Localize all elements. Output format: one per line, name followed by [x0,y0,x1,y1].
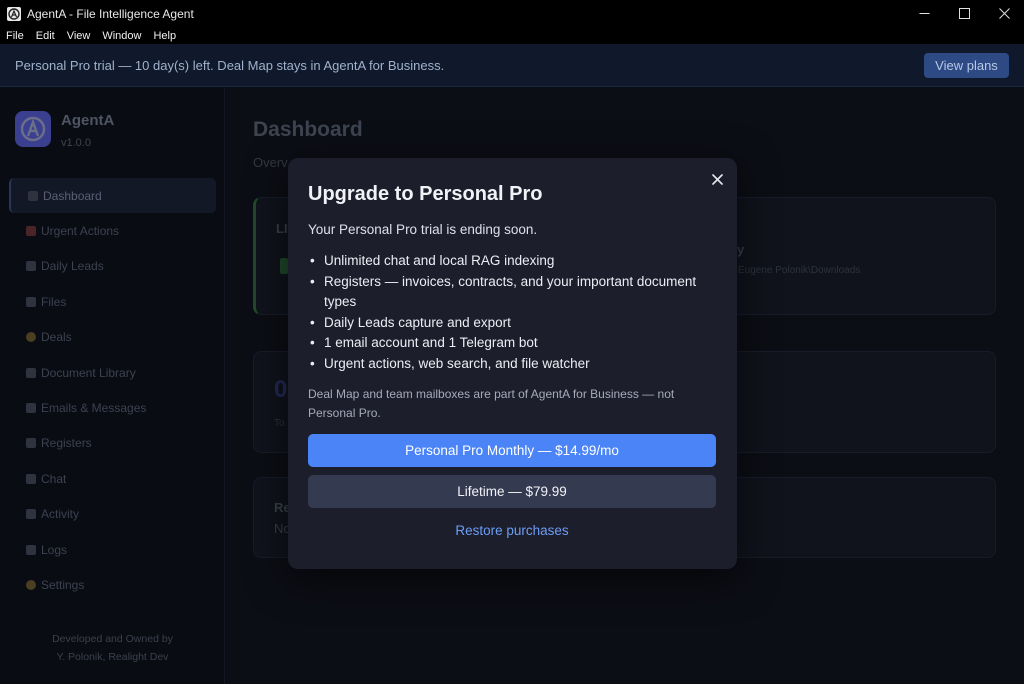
app-version: v1.0.0 [61,137,91,149]
brand-name: AgentA [61,112,115,129]
status-card-label: LI [276,221,288,236]
restore-purchases-link[interactable]: Restore purchases [308,523,716,538]
sidebar-item-label: Emails & Messages [41,401,147,416]
feature-item: Daily Leads capture and export [308,313,718,334]
gear-icon [26,579,36,590]
watch-folder-label: y [737,242,745,257]
sidebar-item-label: Files [41,294,67,309]
sidebar-item-label: Urgent Actions [41,224,120,239]
sidebar-item-label: Registers [41,436,92,451]
sidebar-item-daily-leads[interactable]: Daily Leads [9,249,216,284]
close-icon[interactable] [707,169,727,189]
stat-label: To [274,418,285,429]
sidebar-item-emails-messages[interactable]: Emails & Messages [9,390,216,425]
sidebar-item-settings[interactable]: Settings [9,567,216,602]
modal-subtitle: Your Personal Pro trial is ending soon. [308,222,538,237]
chat-icon [26,473,36,484]
agenta-logo [15,111,51,147]
log-icon [26,544,36,555]
feature-item: Registers — invoices, contracts, and you… [308,272,718,313]
view-plans-button[interactable]: View plans [924,53,1009,78]
sidebar-item-label: Settings [41,577,85,592]
watch-folder-path: Eugene Polonik\Downloads [738,265,861,276]
feature-item: Unlimited chat and local RAG indexing [308,251,718,272]
feature-list: Unlimited chat and local RAG indexing Re… [308,251,718,375]
activity-icon [26,509,36,520]
sidebar-item-label: Logs [41,542,68,557]
feature-item: Urgent actions, web search, and file wat… [308,354,718,375]
menu-view[interactable]: View [61,30,97,42]
window-title: AgentA - File Intelligence Agent [27,6,194,21]
sidebar-item-label: Chat [41,471,67,486]
sidebar-item-label: Activity [41,507,80,522]
brand: AgentA v1.0.0 [15,111,114,149]
business-note: Deal Map and team mailboxes are part of … [308,387,675,420]
siren-icon [26,226,36,237]
sidebar-item-label: Daily Leads [41,259,104,274]
sidebar: AgentA v1.0.0 Dashboard Urgent Actions D… [0,88,225,684]
menu-file[interactable]: File [0,30,30,42]
trial-banner-text: Personal Pro trial — 10 day(s) left. Dea… [15,57,445,73]
status-indicator [280,258,288,274]
sidebar-item-label: Document Library [41,365,136,380]
trial-banner: Personal Pro trial — 10 day(s) left. Dea… [0,44,1024,87]
menu-help[interactable]: Help [147,30,182,42]
sidebar-item-label: Deals [41,330,72,345]
sidebar-item-deals[interactable]: Deals [9,320,216,355]
sidebar-item-chat[interactable]: Chat [9,461,216,496]
menu-bar: File Edit View Window Help [0,27,1024,44]
title-bar: AgentA - File Intelligence Agent [0,0,1024,27]
sidebar-item-activity[interactable]: Activity [9,497,216,532]
footer-credit-line-1: Developed and Owned by [52,633,173,645]
books-icon [26,367,36,378]
register-icon [26,438,36,449]
feature-item: 1 email account and 1 Telegram bot [308,333,718,354]
sidebar-item-files[interactable]: Files [9,284,216,319]
sidebar-item-registers[interactable]: Registers [9,426,216,461]
sidebar-item-document-library[interactable]: Document Library [9,355,216,390]
chart-icon [28,190,38,201]
minimize-icon[interactable] [904,0,944,27]
page-subtitle: Overv [253,155,288,170]
agenta-logo-icon [7,6,21,21]
lifetime-plan-button[interactable]: Lifetime — $79.99 [308,475,716,508]
folder-icon [26,296,36,307]
sidebar-item-label: Dashboard [43,188,102,203]
sidebar-item-urgent-actions[interactable]: Urgent Actions [9,213,216,248]
calendar-icon [26,261,36,272]
stat-value: 0 [274,376,288,403]
sidebar-nav: Dashboard Urgent Actions Daily Leads Fil… [9,178,216,603]
sidebar-item-dashboard[interactable]: Dashboard [9,178,216,214]
upgrade-modal: Upgrade to Personal Pro Your Personal Pr… [288,158,737,569]
menu-edit[interactable]: Edit [30,30,61,42]
page-title: Dashboard [253,118,363,141]
maximize-icon[interactable] [944,0,984,27]
envelope-icon [26,403,36,414]
close-icon[interactable] [984,0,1024,27]
menu-window[interactable]: Window [96,30,147,42]
sidebar-item-logs[interactable]: Logs [9,532,216,567]
coin-icon [26,332,36,343]
footer-credit-line-2: Y. Polonik, Realight Dev [56,651,169,663]
monthly-plan-button[interactable]: Personal Pro Monthly — $14.99/mo [308,434,716,467]
modal-title: Upgrade to Personal Pro [308,183,543,205]
